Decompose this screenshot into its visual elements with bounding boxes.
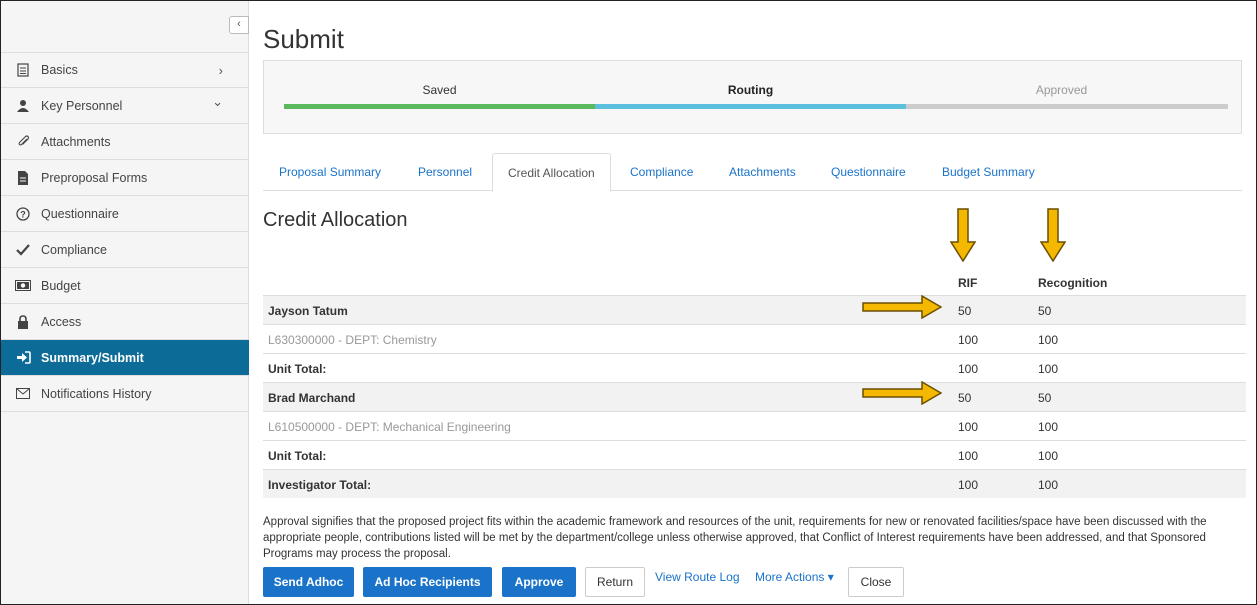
table-row: Unit Total: 100 100 [263, 353, 1246, 382]
adhoc-recipients-button[interactable]: Ad Hoc Recipients [363, 567, 492, 597]
sidebar-nav: Basics › Key Personnel ⌄ Attachments Pre… [0, 52, 249, 412]
recognition-value: 50 [1038, 391, 1052, 405]
row-name: L630300000 - DEPT: Chemistry [268, 333, 437, 347]
tab-questionnaire[interactable]: Questionnaire [816, 153, 921, 191]
return-button[interactable]: Return [585, 567, 645, 597]
collapse-sidebar-button[interactable]: ‹ [229, 16, 249, 34]
credit-allocation-table: Jayson Tatum 50 50 L630300000 - DEPT: Ch… [263, 295, 1246, 498]
rif-value: 100 [958, 420, 979, 434]
sidebar-item-label: Questionnaire [41, 206, 119, 221]
table-row: Investigator Total: 100 100 [263, 469, 1246, 498]
proposal-tabs: Proposal Summary Personnel Credit Alloca… [263, 153, 1242, 192]
recognition-value: 100 [1038, 333, 1059, 347]
sidebar-item-label: Basics [41, 63, 78, 77]
person-icon [13, 99, 33, 112]
table-row: Unit Total: 100 100 [263, 440, 1246, 469]
file-icon [13, 170, 33, 185]
sidebar-item-budget[interactable]: Budget [0, 268, 249, 304]
row-name: L610500000 - DEPT: Mechanical Engineerin… [268, 420, 511, 434]
step-routing: Routing [727, 83, 774, 97]
sign-in-icon [13, 351, 33, 364]
tab-credit-allocation[interactable]: Credit Allocation [492, 153, 611, 192]
step-approved: Approved [1035, 83, 1088, 97]
rif-value: 100 [958, 333, 979, 347]
rif-value: 100 [958, 362, 979, 376]
sidebar-item-basics[interactable]: Basics › [0, 52, 249, 88]
rif-value: 50 [958, 304, 972, 318]
sidebar-item-label: Compliance [41, 242, 108, 257]
row-name: Jayson Tatum [268, 304, 348, 318]
sidebar-item-key-personnel[interactable]: Key Personnel ⌄ [0, 88, 249, 124]
envelope-icon [13, 388, 33, 399]
rif-value: 50 [958, 391, 972, 405]
row-name: Brad Marchand [268, 391, 356, 405]
recognition-value: 50 [1038, 304, 1052, 318]
lock-icon [13, 314, 33, 329]
rif-value: 100 [958, 449, 979, 463]
recognition-value: 100 [1038, 478, 1059, 492]
recognition-value: 100 [1038, 362, 1059, 376]
sidebar-item-access[interactable]: Access [0, 304, 249, 340]
tab-compliance[interactable]: Compliance [615, 153, 708, 191]
sidebar-item-label: Notifications History [41, 386, 152, 401]
chevron-right-icon: › [218, 62, 223, 78]
row-name: Unit Total: [268, 449, 327, 463]
chevron-down-icon: ⌄ [212, 94, 223, 109]
sidebar-item-label: Key Personnel [41, 98, 123, 113]
table-row: L610500000 - DEPT: Mechanical Engineerin… [263, 411, 1246, 440]
sidebar-item-notifications-history[interactable]: Notifications History [0, 376, 249, 412]
annotation-arrow-down-recognition [1040, 208, 1066, 262]
tab-proposal-summary[interactable]: Proposal Summary [264, 153, 396, 191]
check-icon [13, 243, 33, 256]
sidebar-item-label: Attachments [41, 134, 111, 149]
table-row: Jayson Tatum 50 50 [263, 295, 1246, 324]
annotation-arrow-down-rif [950, 208, 976, 262]
paperclip-icon [13, 135, 33, 148]
annotation-arrow-right-marchand [862, 381, 942, 405]
sidebar-item-label: Summary/Submit [41, 350, 144, 365]
question-circle-icon: ? [13, 206, 33, 221]
recognition-value: 100 [1038, 420, 1059, 434]
main-content: Submit Saved Routing Approved Proposal S… [249, 0, 1257, 605]
approval-statement: Approval signifies that the proposed pro… [263, 516, 1207, 560]
page-title: Submit [263, 24, 344, 54]
svg-text:?: ? [20, 209, 26, 219]
progress-bar-approved [906, 104, 1228, 109]
rif-value: 100 [958, 478, 979, 492]
tab-attachments[interactable]: Attachments [714, 153, 811, 191]
sidebar-item-questionnaire[interactable]: ? Questionnaire [0, 196, 249, 232]
sidebar-item-attachments[interactable]: Attachments [0, 124, 249, 160]
tab-personnel[interactable]: Personnel [403, 153, 487, 191]
sidebar-item-label: Access [41, 314, 82, 329]
sidebar-item-summary-submit[interactable]: Summary/Submit [0, 340, 249, 376]
table-row: L630300000 - DEPT: Chemistry 100 100 [263, 324, 1246, 353]
row-name: Unit Total: [268, 362, 327, 376]
section-title: Credit Allocation [263, 209, 408, 231]
progress-bar-routing [595, 104, 906, 109]
send-adhoc-button[interactable]: Send Adhoc [263, 567, 354, 597]
more-actions-dropdown[interactable]: More Actions ▾ [755, 570, 834, 584]
sidebar-item-compliance[interactable]: Compliance [0, 232, 249, 268]
table-row: Brad Marchand 50 50 [263, 382, 1246, 411]
route-progress: Saved Routing Approved [263, 60, 1242, 134]
progress-bar-saved [284, 104, 595, 109]
annotation-arrow-right-tatum [862, 295, 942, 319]
sidebar-item-label: Preproposal Forms [41, 170, 148, 185]
view-route-log-link[interactable]: View Route Log [655, 570, 740, 584]
approve-button[interactable]: Approve [502, 567, 576, 597]
recognition-value: 100 [1038, 449, 1059, 463]
sidebar-item-label: Budget [41, 278, 81, 293]
column-header-rif: RIF [958, 276, 978, 290]
tab-budget-summary[interactable]: Budget Summary [927, 153, 1050, 191]
row-name: Investigator Total: [268, 478, 372, 492]
close-button[interactable]: Close [848, 567, 904, 597]
sidebar: ‹ Basics › Key Personnel ⌄ Attachments P… [0, 0, 249, 605]
column-header-recognition: Recognition [1038, 276, 1108, 290]
step-saved: Saved [422, 83, 457, 97]
money-icon [13, 280, 33, 291]
document-icon [13, 63, 33, 77]
sidebar-item-preproposal-forms[interactable]: Preproposal Forms [0, 160, 249, 196]
